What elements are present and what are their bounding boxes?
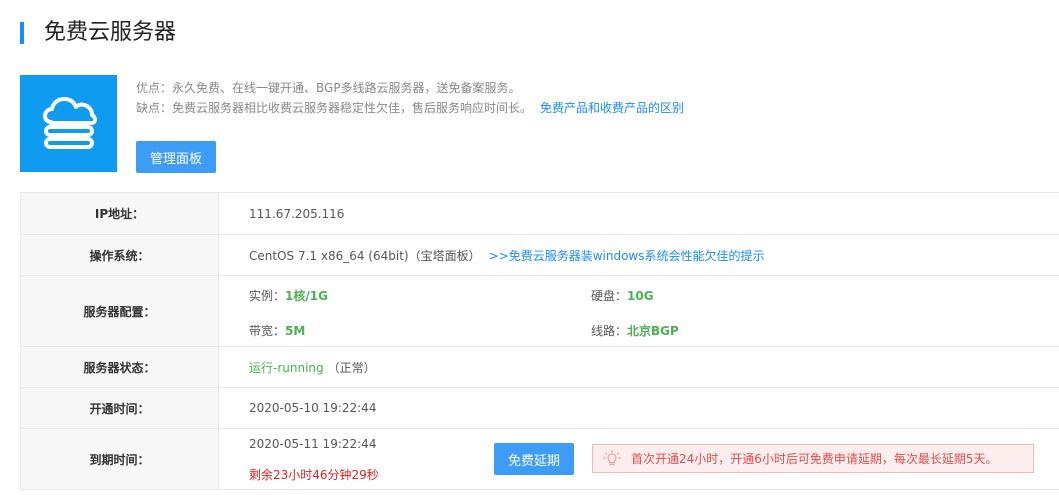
instance-value: 1核/1G [285,289,328,303]
open-time-label: 开通时间： [20,387,219,429]
table-row-os: 操作系统： CentOS 7.1 x86_64 (64bit)（宝塔面板） >>免… [20,234,1059,276]
os-cell: CentOS 7.1 x86_64 (64bit)（宝塔面板） >>免费云服务器装… [218,234,1059,276]
instance-item: 实例：1核/1G [249,287,328,304]
expire-time-label: 到期时间： [20,428,219,490]
page-title: 免费云服务器 [44,20,177,45]
ip-label: IP地址： [20,192,219,235]
free-renew-button[interactable]: 免费延期 [494,443,574,475]
ip-value: 111.67.205.116 [218,192,1059,235]
renew-notice: 首次开通24小时，开通6小时后可免费申请延期，每次最长延期5天。 [592,444,1034,473]
config-cell: 实例：1核/1G 硬盘：10G 带宽：5M 线路：北京BGP [218,275,1059,347]
disk-value: 10G [627,289,654,303]
status-label: 服务器状态： [20,346,219,388]
table-row-ip: IP地址： 111.67.205.116 [20,192,1059,235]
compare-link[interactable]: 免费产品和收费产品的区别 [540,101,684,115]
line-value: 北京BGP [627,324,679,338]
status-note: （正常） [327,360,376,375]
cloud-server-icon [20,75,117,172]
status-badge: 运行-running [249,360,324,375]
bandwidth-value: 5M [285,324,306,338]
windows-tip-link[interactable]: >>免费云服务器装windows系统会性能欠佳的提示 [489,249,765,263]
config-label: 服务器配置： [20,275,219,347]
bandwidth-label: 带宽： [249,324,286,338]
table-row-config: 服务器配置： 实例：1核/1G 硬盘：10G 带宽：5M 线路：北京BGP [20,275,1059,347]
page-header: 免费云服务器 [20,20,177,45]
os-label: 操作系统： [20,234,219,276]
line-label: 线路： [591,324,628,338]
cons-text: 缺点：免费云服务器相比收费云服务器稳定性欠佳，售后服务响应时间长。 [136,101,533,115]
manage-panel-button[interactable]: 管理面板 [136,141,216,173]
renew-notice-text: 首次开通24小时，开通6小时后可免费申请延期，每次最长延期5天。 [631,452,998,466]
pros-text: 优点：永久免费、在线一键开通、BGP多线路云服务器，送免备案服务。 [136,81,521,95]
remaining-time: 剩余23小时46分钟29秒 [249,468,379,482]
expire-cell: 2020-05-11 19:22:44 剩余23小时46分钟29秒 免费延期 首… [218,428,1059,490]
disk-item: 硬盘：10G [591,287,654,304]
table-row-expire-time: 到期时间： 2020-05-11 19:22:44 剩余23小时46分钟29秒 … [20,428,1059,490]
lightbulb-icon [603,449,621,468]
status-cell: 运行-running （正常） [218,346,1059,388]
open-time-value: 2020-05-10 19:22:44 [218,387,1059,429]
table-row-open-time: 开通时间： 2020-05-10 19:22:44 [20,387,1059,429]
line-item: 线路：北京BGP [591,322,679,339]
title-accent-bar [20,22,24,44]
expire-time-value: 2020-05-11 19:22:44 [249,437,377,451]
bandwidth-item: 带宽：5M [249,322,305,339]
server-info-table: IP地址： 111.67.205.116 操作系统： CentOS 7.1 x8… [20,192,1059,490]
page: 免费云服务器 优点：永久免费、在线一键开通、BGP多线路云服务器，送免备案服务。… [0,0,1059,495]
table-row-status: 服务器状态： 运行-running （正常） [20,346,1059,388]
os-value: CentOS 7.1 x86_64 (64bit)（宝塔面板） [249,248,481,263]
instance-label: 实例： [249,289,286,303]
cons-line: 缺点：免费云服务器相比收费云服务器稳定性欠佳，售后服务响应时间长。 免费产品和收费… [136,100,684,116]
disk-label: 硬盘： [591,289,628,303]
